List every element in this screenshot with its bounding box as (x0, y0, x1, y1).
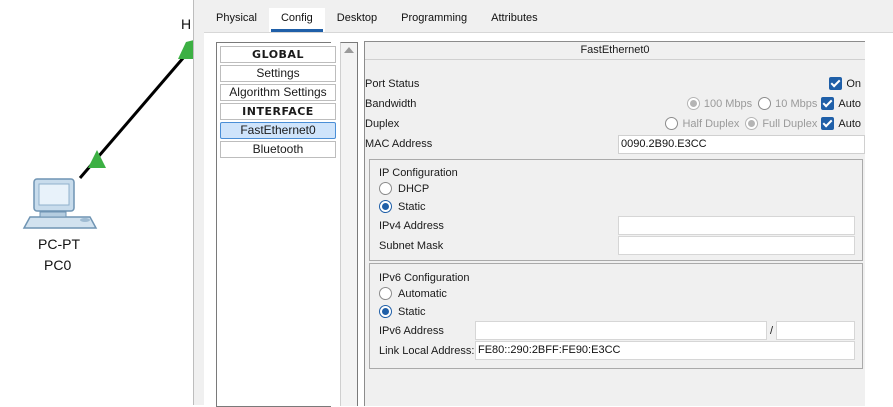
bandwidth-100-radio[interactable] (686, 97, 700, 110)
device-config-window: Physical Config Desktop Programming Attr… (193, 0, 893, 407)
nav-scrollbar[interactable] (340, 42, 358, 406)
duplex-control: Half Duplex Full Duplex Auto (659, 117, 861, 130)
ipv6-prefix-input[interactable] (776, 321, 855, 340)
full-duplex-radio[interactable] (745, 117, 759, 130)
link-local-address-field[interactable]: FE80::290:2BFF:FE90:E3CC (475, 341, 855, 360)
ipv6-address-input[interactable] (475, 321, 767, 340)
subnet-mask-label: Subnet Mask (379, 240, 444, 252)
port-status-control: On (823, 77, 861, 90)
mac-address-label: MAC Address (365, 138, 433, 150)
duplex-auto-checkbox[interactable] (821, 117, 835, 130)
half-duplex-radio[interactable] (665, 117, 679, 130)
port-status-label: Port Status (365, 78, 420, 90)
ipv4-address-input[interactable] (618, 216, 855, 235)
bandwidth-10-label: 10 Mbps (775, 97, 818, 110)
interface-settings-panel: FastEthernet0 Port Status On Bandwidth 1… (364, 41, 865, 406)
tab-desktop[interactable]: Desktop (325, 8, 389, 32)
half-duplex-label: Half Duplex (682, 117, 740, 130)
bandwidth-10-radio[interactable] (758, 97, 772, 110)
ipv4-static-label: Static (398, 200, 426, 213)
tab-config[interactable]: Config (268, 8, 325, 32)
duplex-label: Duplex (365, 118, 400, 130)
tab-bar: Physical Config Desktop Programming Attr… (204, 8, 550, 32)
bandwidth-100-label: 100 Mbps (703, 97, 753, 110)
nav-item-settings[interactable]: Settings (220, 65, 336, 82)
ipv6-automatic-label: Automatic (398, 287, 447, 300)
ipv6-prefix-separator: / (770, 325, 774, 337)
config-nav-list: GLOBAL Settings Algorithm Settings INTER… (216, 42, 336, 407)
ipv4-address-label: IPv4 Address (379, 220, 444, 232)
logical-workspace[interactable]: H PC-PT PC0 (0, 0, 193, 405)
hostname-label-partial: H (181, 16, 192, 32)
ipv6-automatic-option[interactable]: Automatic (379, 287, 447, 300)
ip-configuration-group: IP Configuration DHCP Static IPv4 Addres… (369, 159, 863, 261)
tab-physical[interactable]: Physical (204, 8, 269, 32)
dhcp-option[interactable]: DHCP (379, 182, 429, 195)
bandwidth-control: 100 Mbps 10 Mbps Auto (681, 97, 861, 110)
port-status-checkbox[interactable] (829, 77, 843, 90)
device-type-label: PC-PT (38, 236, 80, 252)
nav-header-global: GLOBAL (220, 46, 336, 63)
ipv6-automatic-radio[interactable] (379, 287, 392, 300)
subnet-mask-input[interactable] (618, 236, 855, 255)
ipv6-address-label: IPv6 Address (379, 325, 444, 337)
nav-header-interface: INTERFACE (220, 103, 336, 120)
ipv6-configuration-title: IPv6 Configuration (379, 272, 470, 284)
ipv6-static-radio[interactable] (379, 305, 392, 318)
nav-item-bluetooth[interactable]: Bluetooth (220, 141, 336, 158)
nav-item-algorithm-settings[interactable]: Algorithm Settings (220, 84, 336, 101)
interface-title: FastEthernet0 (365, 42, 865, 60)
scroll-up-arrow-icon[interactable] (344, 47, 354, 53)
link-local-address-label: Link Local Address: (379, 345, 475, 357)
topology-canvas (22, 40, 193, 229)
bandwidth-auto-label: Auto (838, 97, 861, 110)
ipv6-static-label: Static (398, 305, 426, 318)
dhcp-radio[interactable] (379, 182, 392, 195)
ipv4-static-radio[interactable] (379, 200, 392, 213)
ip-configuration-title: IP Configuration (379, 167, 458, 179)
dhcp-label: DHCP (398, 182, 430, 195)
nav-item-fastethernet0[interactable]: FastEthernet0 (220, 122, 336, 139)
tab-programming[interactable]: Programming (389, 8, 479, 32)
port-status-on-label: On (846, 77, 861, 90)
ipv6-static-option[interactable]: Static (379, 305, 426, 318)
bandwidth-auto-checkbox[interactable] (821, 97, 835, 110)
full-duplex-label: Full Duplex (762, 117, 818, 130)
ipv6-configuration-group: IPv6 Configuration Automatic Static IPv6… (369, 263, 863, 369)
duplex-auto-label: Auto (838, 117, 861, 130)
link-status-up-icon-far (178, 40, 193, 59)
pc-device-icon[interactable] (22, 178, 98, 229)
mac-address-field[interactable]: 0090.2B90.E3CC (618, 135, 865, 154)
device-name-label[interactable]: PC0 (44, 257, 71, 273)
ipv4-static-option[interactable]: Static (379, 200, 426, 213)
tab-attributes[interactable]: Attributes (479, 8, 549, 32)
bandwidth-label: Bandwidth (365, 98, 417, 110)
